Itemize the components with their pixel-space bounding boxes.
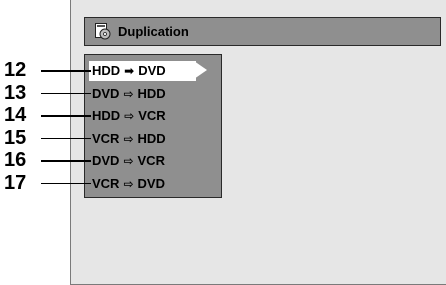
menu-item-destination: DVD (138, 63, 166, 78)
menu-item-source: HDD (92, 63, 121, 78)
outline-arrow-icon: ⇨ (123, 131, 134, 146)
callout-number: 17 (4, 171, 27, 194)
callout-leader-line (41, 137, 91, 139)
callout-leader-line (41, 160, 91, 162)
callout-number: 14 (4, 104, 27, 126)
outline-arrow-icon: ⇨ (124, 109, 135, 123)
page-title: Duplication (118, 24, 189, 39)
menu-item-destination: HDD (137, 85, 166, 101)
menu-item-vcr-to-hdd[interactable]: VCR ⇨ HDD (89, 129, 166, 149)
callout-leader-line (41, 92, 91, 94)
callout-number: 15 (4, 126, 27, 149)
outline-arrow-icon: ⇨ (123, 176, 134, 191)
menu-item-destination: VCR (137, 153, 165, 168)
menu-item-source: VCR (92, 175, 120, 191)
outline-arrow-icon: ⇨ (123, 86, 134, 101)
menu-item-hdd-to-vcr[interactable]: HDD ⇨ VCR (89, 106, 166, 126)
callout-number: 12 (4, 59, 27, 81)
menu-item-destination: HDD (137, 130, 166, 146)
callout-number: 13 (4, 81, 27, 104)
callout-16: 16 (4, 149, 91, 171)
menu-item-hdd-to-dvd[interactable]: HDD ➡ DVD (89, 61, 196, 81)
menu-item-source: DVD (92, 153, 120, 168)
menu-item-dvd-to-hdd[interactable]: DVD ⇨ HDD (89, 84, 166, 104)
menu-item-source: DVD (92, 85, 120, 101)
callout-leader-line (41, 70, 91, 72)
callout-13: 13 (4, 81, 91, 104)
play-icon (194, 61, 207, 79)
duplication-icon (95, 23, 111, 40)
callout-17: 17 (4, 171, 91, 194)
menu-item-dvd-to-vcr[interactable]: DVD ⇨ VCR (89, 151, 165, 171)
menu-item-source: HDD (92, 108, 121, 123)
callout-12: 12 (4, 59, 91, 81)
menu-item-destination: VCR (138, 108, 166, 123)
solid-arrow-icon: ➡ (124, 64, 135, 78)
callout-14: 14 (4, 104, 91, 126)
callout-leader-line (41, 182, 91, 184)
callout-number: 16 (4, 149, 27, 171)
outline-arrow-icon: ⇨ (123, 154, 134, 168)
title-bar: Duplication (84, 17, 441, 46)
menu-item-destination: DVD (137, 175, 165, 191)
callout-15: 15 (4, 126, 91, 149)
menu-item-source: VCR (92, 130, 120, 146)
callout-leader-line (41, 115, 91, 117)
menu-item-vcr-to-dvd[interactable]: VCR ⇨ DVD (89, 174, 165, 194)
